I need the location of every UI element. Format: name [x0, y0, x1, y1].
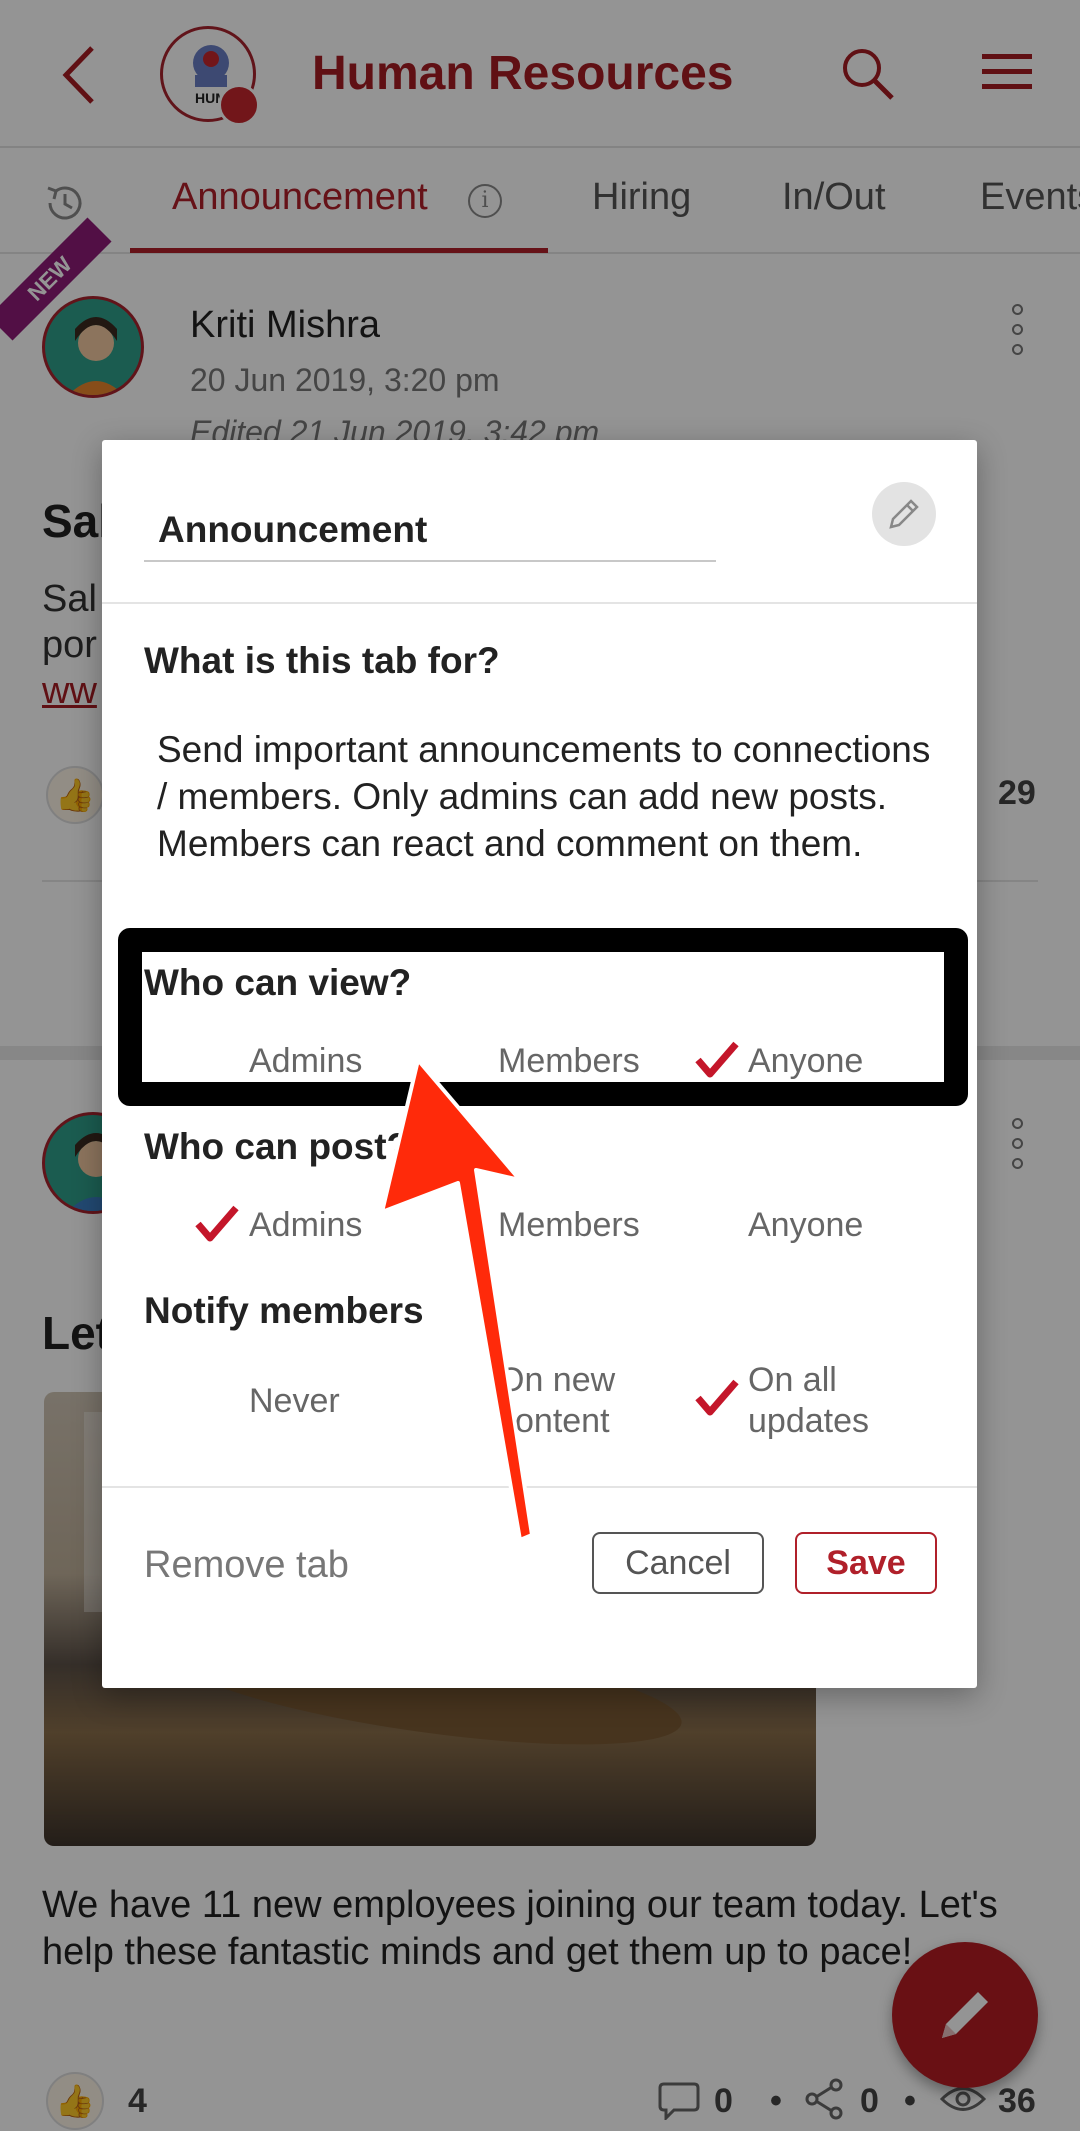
post-option-admins[interactable]: Admins — [249, 1206, 362, 1245]
checkmark-icon — [695, 1379, 739, 1416]
annotation-highlight-box — [118, 928, 968, 1106]
checkmark-icon — [195, 1205, 239, 1242]
divider — [102, 602, 977, 604]
edit-tab-icon-button[interactable] — [872, 482, 936, 546]
tab-description: Send important announcements to connecti… — [157, 729, 931, 864]
remove-tab-button[interactable]: Remove tab — [144, 1544, 349, 1587]
post-option-anyone[interactable]: Anyone — [748, 1206, 863, 1245]
cancel-button[interactable]: Cancel — [592, 1532, 764, 1594]
post-option-members[interactable]: Members — [498, 1206, 640, 1245]
notify-option-all-updates[interactable]: On all updates — [748, 1360, 918, 1442]
notify-option-never[interactable]: Never — [249, 1382, 340, 1421]
save-button[interactable]: Save — [795, 1532, 937, 1594]
pencil-icon — [889, 499, 919, 529]
tab-name-input[interactable] — [144, 500, 716, 562]
purpose-label: What is this tab for? — [144, 640, 500, 681]
who-can-post-label: Who can post? — [144, 1126, 410, 1167]
notify-option-new-content[interactable]: On new content — [498, 1360, 658, 1442]
divider — [102, 1486, 977, 1488]
notify-members-label: Notify members — [144, 1290, 424, 1331]
